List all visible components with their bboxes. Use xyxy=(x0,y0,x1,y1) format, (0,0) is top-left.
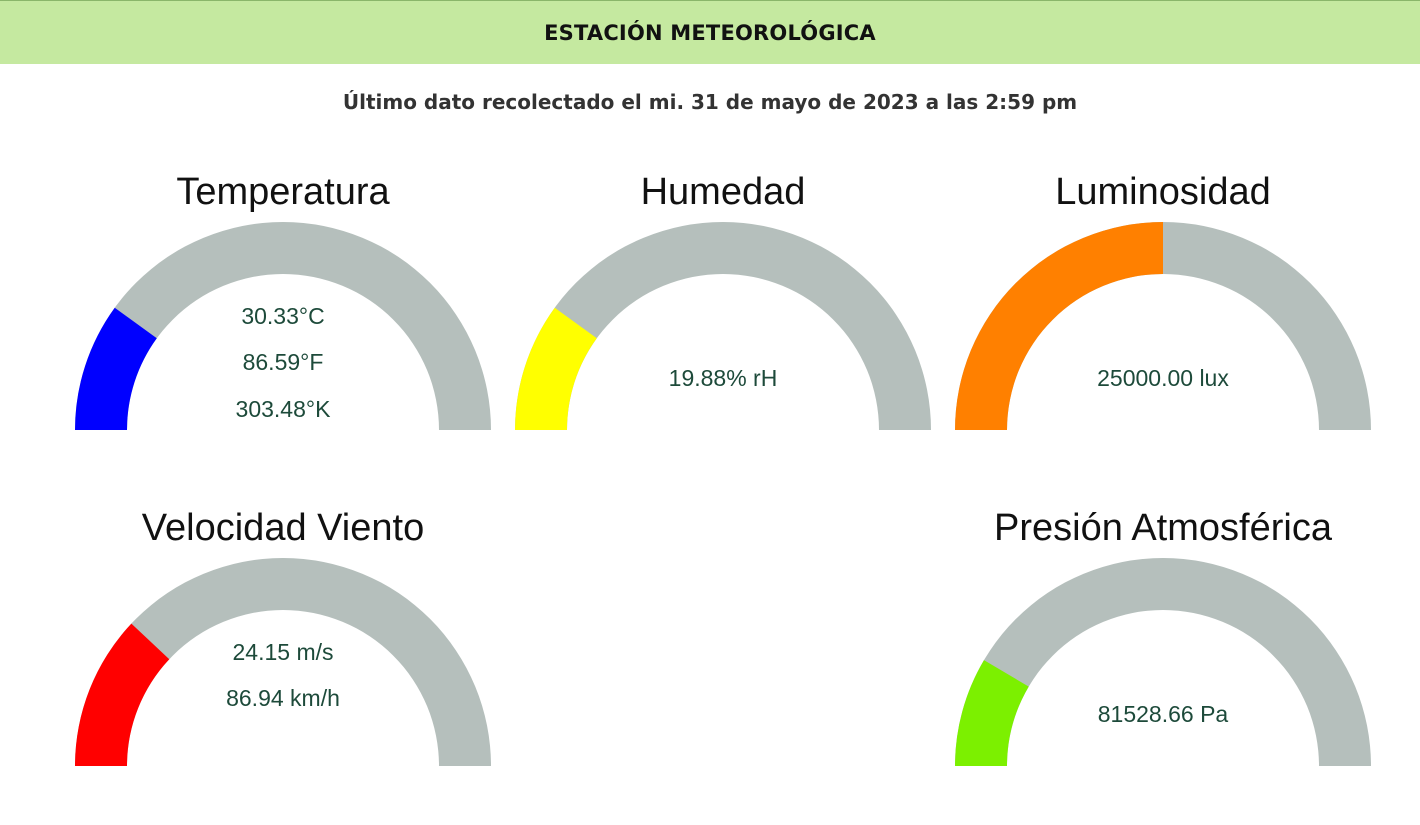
gauge-value-kelvin: 303.48°K xyxy=(235,396,331,422)
gauge-viento: Velocidad Viento 24.15 m/s 86.94 km/h xyxy=(63,506,503,796)
gauge-value-kmh: 86.94 km/h xyxy=(226,685,340,711)
gauge-luminosidad: Luminosidad 25000.00 lux xyxy=(943,170,1383,460)
gauge-presion: Presión Atmosférica 81528.66 Pa xyxy=(943,506,1383,796)
gauge-value-humidity: 19.88% rH xyxy=(668,365,778,391)
gauge-value-ms: 24.15 m/s xyxy=(232,639,334,665)
app-title: ESTACIÓN METEOROLÓGICA xyxy=(544,20,876,45)
gauge-arc xyxy=(955,222,1371,430)
gauge-arc xyxy=(955,558,1371,766)
gauge-temperatura: Temperatura 30.33°C 86.59°F 303.48°K xyxy=(63,170,503,460)
gauge-arc xyxy=(515,222,931,430)
gauge-value-celsius: 30.33°C xyxy=(241,303,325,329)
gauge-value-fahrenheit: 86.59°F xyxy=(242,349,324,375)
last-update-text: Último dato recolectado el mi. 31 de may… xyxy=(342,90,1078,114)
gauge-value-pa: 81528.66 Pa xyxy=(1097,701,1229,727)
gauge-fill xyxy=(955,222,1163,430)
gauge-humedad: Humedad 19.88% rH xyxy=(503,170,943,460)
gauge-value-lux: 25000.00 lux xyxy=(1097,365,1229,391)
gauge-track xyxy=(955,558,1371,766)
app-header: ESTACIÓN METEOROLÓGICA xyxy=(0,0,1420,64)
